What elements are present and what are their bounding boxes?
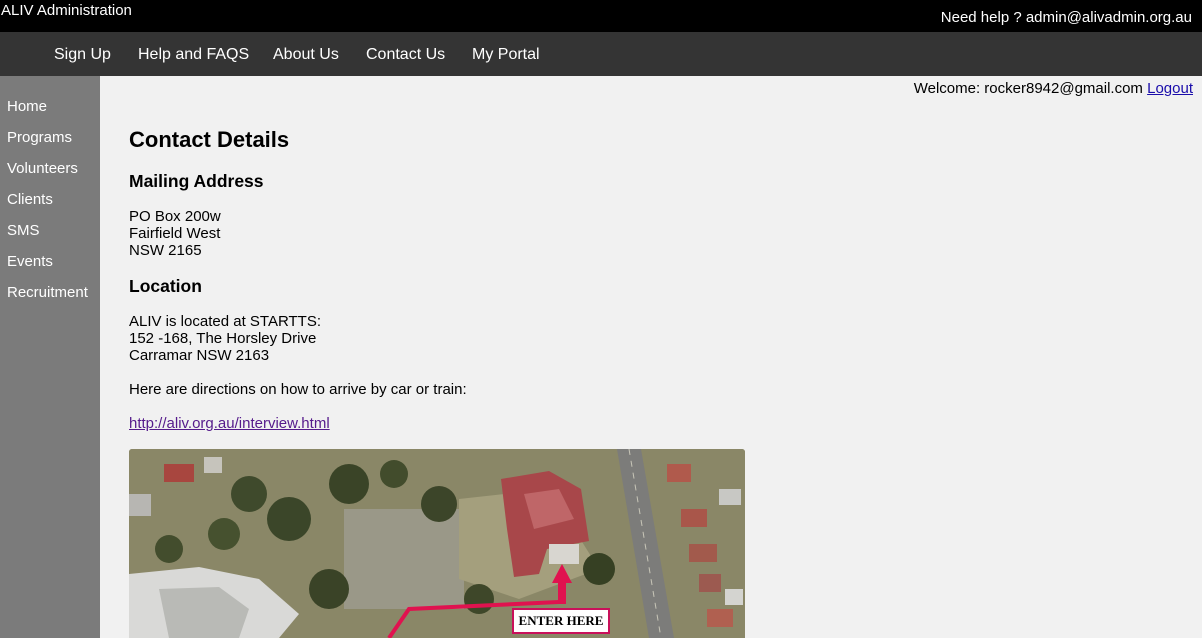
sidebar-item-volunteers[interactable]: Volunteers <box>7 160 78 177</box>
location-line-2: 152 -168, The Horsley Drive <box>129 330 317 347</box>
main-nav: Sign Up Help and FAQS About Us Contact U… <box>0 32 1202 76</box>
welcome-text: Welcome: rocker8942@gmail.com <box>913 80 1143 97</box>
directions-text: Here are directions on how to arrive by … <box>129 381 467 398</box>
nav-about-us[interactable]: About Us <box>273 46 339 64</box>
logout-link[interactable]: Logout <box>1147 80 1193 97</box>
app-title: ALIV Administration <box>1 2 132 19</box>
mailing-line-2: Fairfield West <box>129 225 221 242</box>
nav-contact-us[interactable]: Contact Us <box>366 46 445 64</box>
help-contact: Need help ? admin@alivadmin.org.au <box>940 9 1192 26</box>
location-map: ENTER HERE <box>129 449 745 638</box>
sidebar-item-programs[interactable]: Programs <box>7 129 72 146</box>
welcome-bar: Welcome: rocker8942@gmail.com Logout <box>914 80 1193 97</box>
sidebar: Home Programs Volunteers Clients SMS Eve… <box>0 76 100 638</box>
nav-my-portal[interactable]: My Portal <box>472 46 540 64</box>
sidebar-item-events[interactable]: Events <box>7 253 53 270</box>
nav-help-faqs[interactable]: Help and FAQS <box>138 46 249 64</box>
aerial-map-image <box>129 449 745 638</box>
location-line-1: ALIV is located at STARTTS: <box>129 313 322 330</box>
sidebar-item-recruitment[interactable]: Recruitment <box>7 284 88 301</box>
location-heading: Location <box>129 276 202 296</box>
directions-link[interactable]: http://aliv.org.au/interview.html <box>129 415 330 432</box>
sidebar-item-clients[interactable]: Clients <box>7 191 53 208</box>
sidebar-item-home[interactable]: Home <box>7 98 47 115</box>
top-bar: ALIV Administration Need help ? admin@al… <box>0 0 1202 32</box>
page-title: Contact Details <box>129 127 290 152</box>
mailing-line-1: PO Box 200w <box>129 208 221 225</box>
mailing-heading: Mailing Address <box>129 171 264 191</box>
sidebar-item-sms[interactable]: SMS <box>7 222 40 239</box>
main-content: Welcome: rocker8942@gmail.com Logout Con… <box>100 76 1202 638</box>
location-line-3: Carramar NSW 2163 <box>129 347 270 364</box>
enter-here-label: ENTER HERE <box>512 608 610 634</box>
nav-sign-up[interactable]: Sign Up <box>54 46 111 64</box>
mailing-line-3: NSW 2165 <box>129 242 202 259</box>
